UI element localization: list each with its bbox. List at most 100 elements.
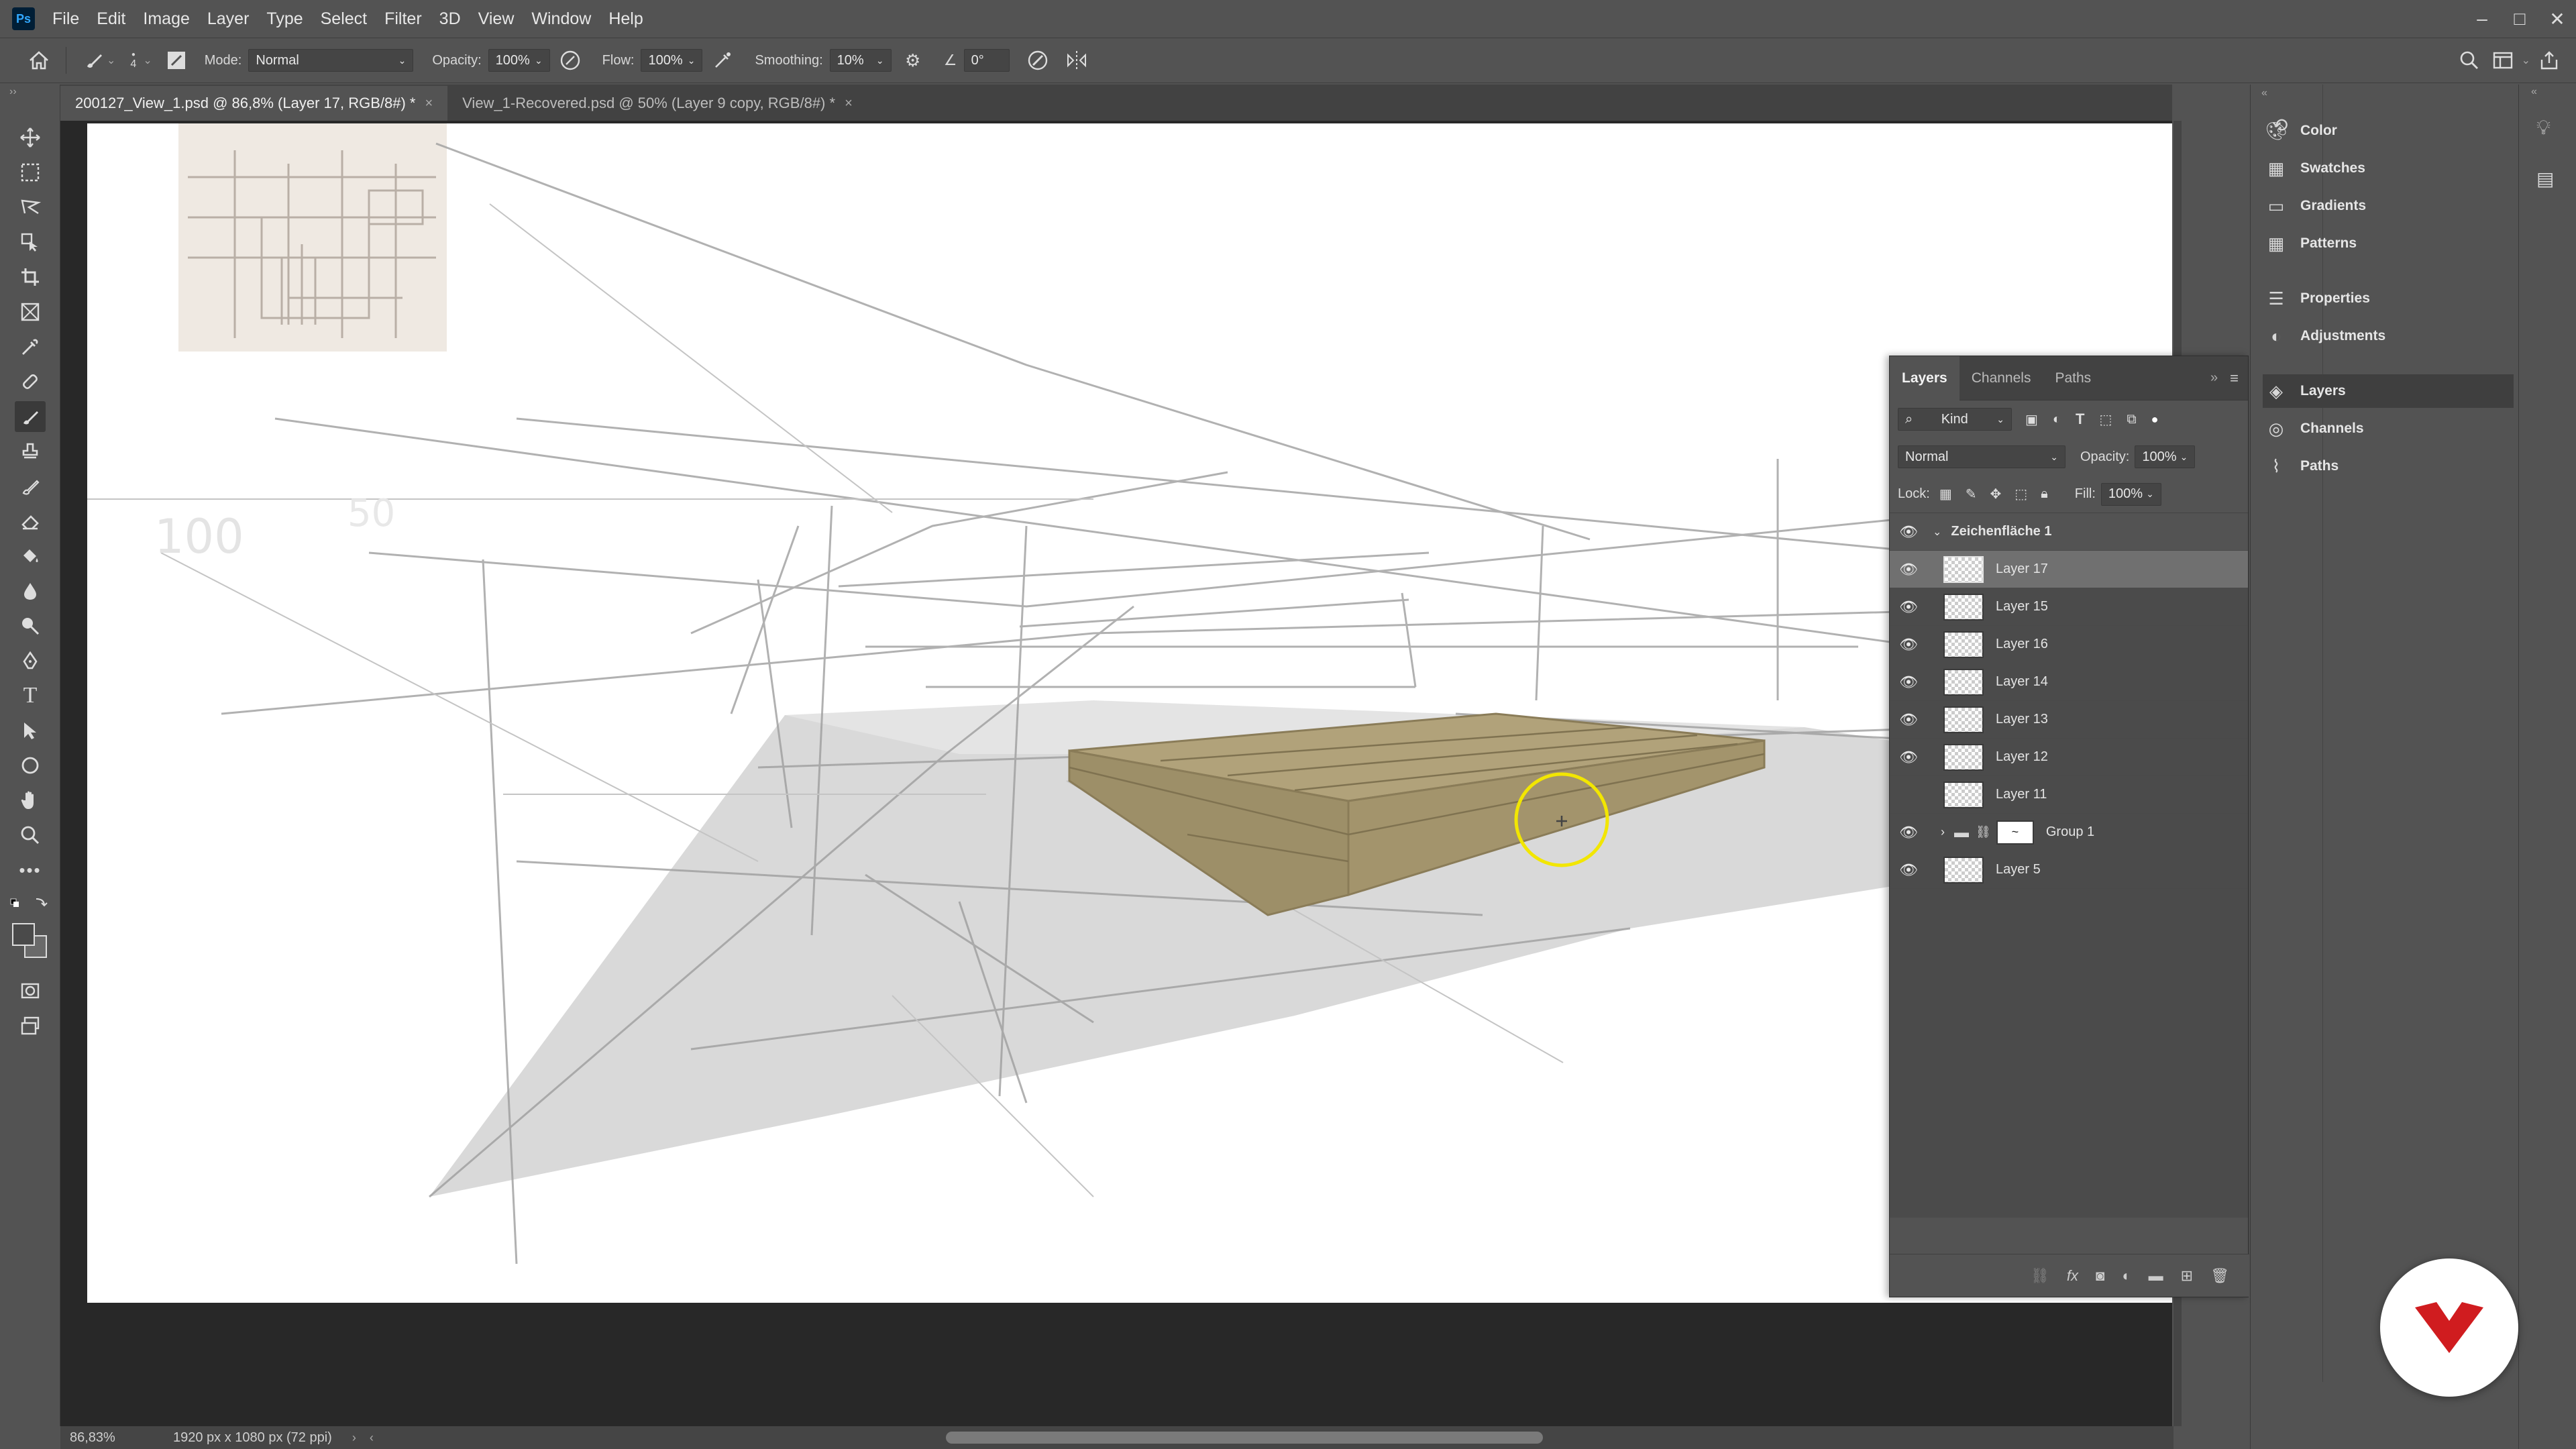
panel-menu-icon[interactable]: ≡	[2230, 370, 2239, 387]
add-mask-icon[interactable]: ◙	[2096, 1267, 2104, 1285]
layer-row[interactable]: 👁︎ Layer 17	[1890, 551, 2248, 588]
gear-icon[interactable]: ⚙	[900, 47, 926, 74]
lock-pixels-icon[interactable]: ✎	[1966, 486, 1977, 502]
chevron-down-icon[interactable]: ⌄	[143, 54, 152, 67]
frame-tool-icon[interactable]	[15, 297, 46, 327]
fx-icon[interactable]: fx	[2067, 1267, 2078, 1285]
menu-help[interactable]: Help	[608, 9, 643, 29]
menu-type[interactable]: Type	[266, 9, 303, 29]
type-tool-icon[interactable]: T	[15, 680, 46, 711]
more-tools-icon[interactable]: •••	[15, 855, 46, 885]
pressure-size-icon[interactable]	[1024, 47, 1051, 74]
document-canvas[interactable]: 100 50	[87, 123, 2172, 1303]
eye-icon[interactable]: 👁︎	[1890, 861, 1927, 879]
foreground-color-swatch[interactable]	[12, 923, 35, 946]
brush-tool-icon[interactable]	[15, 401, 46, 432]
fill-field[interactable]: 100% ⌄	[2100, 482, 2161, 506]
adjustment-layer-icon[interactable]: ◐	[2122, 1267, 2131, 1285]
pen-tool-icon[interactable]	[15, 645, 46, 676]
symmetry-icon[interactable]	[1063, 47, 1090, 74]
group-row[interactable]: 👁︎ › ▬ ⛓︎ ~ Group 1	[1890, 814, 2248, 851]
collapse-panel-icon[interactable]: »	[2210, 370, 2218, 386]
clone-stamp-tool-icon[interactable]	[15, 436, 46, 467]
panel-properties[interactable]: ☰ Properties	[2263, 282, 2514, 315]
maximize-button[interactable]: □	[2501, 8, 2538, 30]
home-icon[interactable]	[25, 47, 52, 74]
chevron-right-icon[interactable]: ›	[352, 1431, 356, 1445]
menu-layer[interactable]: Layer	[207, 9, 250, 29]
marquee-tool-icon[interactable]	[15, 157, 46, 188]
menu-window[interactable]: Window	[531, 9, 591, 29]
blur-tool-icon[interactable]	[15, 576, 46, 606]
opacity-field[interactable]: 100% ⌄	[488, 49, 550, 72]
object-selection-tool-icon[interactable]	[15, 227, 46, 258]
tab-channels[interactable]: Channels	[1960, 356, 2043, 400]
tab-paths[interactable]: Paths	[2043, 356, 2103, 400]
layer-opacity-field[interactable]: 100% ⌄	[2135, 445, 2196, 468]
menu-file[interactable]: File	[52, 9, 79, 29]
lock-artboard-icon[interactable]: ⬚	[2015, 486, 2027, 502]
lightbulb-icon[interactable]: 💡︎	[2536, 117, 2551, 140]
eye-icon[interactable]: 👁︎	[1890, 749, 1927, 766]
panel-color[interactable]: 🎨︎ Color	[2263, 114, 2504, 148]
lock-transparent-icon[interactable]: ▦	[1939, 486, 1952, 502]
share-icon[interactable]	[2536, 47, 2563, 74]
layer-row[interactable]: 👁︎ Layer 5	[1890, 851, 2248, 889]
close-button[interactable]: ✕	[2538, 8, 2576, 30]
eye-icon[interactable]: 👁︎	[1890, 636, 1927, 653]
chevron-down-icon[interactable]: ⌄	[1933, 525, 1941, 539]
workspace-icon[interactable]	[2489, 47, 2516, 74]
eye-hidden-icon[interactable]: 👁︎	[1890, 786, 1927, 804]
layer-row[interactable]: 👁︎ Layer 14	[1890, 663, 2248, 701]
default-colors-icon[interactable]	[9, 896, 50, 910]
horizontal-scrollbar-thumb[interactable]	[946, 1432, 1543, 1444]
trash-icon[interactable]: 🗑︎	[2210, 1267, 2229, 1285]
lasso-tool-icon[interactable]	[15, 192, 46, 223]
panel-paths[interactable]: ⌇ Paths	[2263, 449, 2514, 483]
healing-brush-tool-icon[interactable]	[15, 366, 46, 397]
smoothing-field[interactable]: 10% ⌄	[829, 49, 892, 72]
paint-bucket-tool-icon[interactable]	[15, 541, 46, 572]
search-icon[interactable]	[2456, 47, 2483, 74]
new-layer-icon[interactable]: ⊞	[2181, 1267, 2193, 1285]
layer-row[interactable]: 👁︎ Layer 16	[1890, 626, 2248, 663]
screen-mode-icon[interactable]	[15, 1010, 46, 1041]
tab-layers[interactable]: Layers	[1890, 356, 1960, 400]
move-tool-icon[interactable]	[15, 122, 46, 153]
menu-filter[interactable]: Filter	[384, 9, 422, 29]
eye-icon[interactable]: 👁︎	[1890, 711, 1927, 729]
brush-preset-icon[interactable]	[80, 47, 107, 74]
brush-settings-toggle-icon[interactable]	[163, 47, 190, 74]
lock-position-icon[interactable]: ✥	[1990, 486, 2001, 502]
hand-tool-icon[interactable]	[15, 785, 46, 816]
filter-toggle-icon[interactable]: ●	[2151, 413, 2159, 427]
layer-row[interactable]: 👁︎ Layer 13	[1890, 701, 2248, 739]
eye-icon[interactable]: 👁︎	[1890, 598, 1927, 616]
chevron-down-icon[interactable]: ⌄	[2522, 54, 2530, 67]
airbrush-icon[interactable]	[709, 47, 736, 74]
chevron-down-icon[interactable]: ⌄	[107, 54, 115, 67]
eyedropper-tool-icon[interactable]	[15, 331, 46, 362]
tab-document-2[interactable]: View_1-Recovered.psd @ 50% (Layer 9 copy…	[447, 86, 867, 121]
eye-icon[interactable]: 👁︎	[1890, 674, 1927, 691]
artboard-row[interactable]: 👁︎ ⌄ Zeichenfläche 1	[1890, 513, 2248, 551]
path-selection-tool-icon[interactable]	[15, 715, 46, 746]
zoom-tool-icon[interactable]	[15, 820, 46, 851]
filter-pixel-icon[interactable]: ▣	[2025, 411, 2038, 428]
layer-row[interactable]: 👁︎ Layer 12	[1890, 739, 2248, 776]
mode-select[interactable]: Normal ⌄	[248, 49, 414, 72]
menu-image[interactable]: Image	[143, 9, 189, 29]
chevron-left-icon[interactable]: ‹	[370, 1431, 374, 1445]
libraries-icon[interactable]: ▤	[2536, 168, 2554, 190]
expand-panel-icon[interactable]: ››	[9, 86, 17, 98]
eraser-tool-icon[interactable]	[15, 506, 46, 537]
layer-row[interactable]: 👁︎ Layer 15	[1890, 588, 2248, 626]
ellipse-tool-icon[interactable]	[15, 750, 46, 781]
brush-size-picker[interactable]: ● 4	[130, 51, 136, 70]
close-icon[interactable]: ×	[845, 96, 853, 111]
menu-3d[interactable]: 3D	[439, 9, 461, 29]
filter-adjustment-icon[interactable]: ◐	[2053, 412, 2061, 427]
chevron-right-icon[interactable]: ›	[1941, 825, 1945, 839]
close-icon[interactable]: ×	[425, 96, 433, 111]
filter-kind-select[interactable]: ⌕ Kind ⌄	[1898, 408, 2012, 431]
